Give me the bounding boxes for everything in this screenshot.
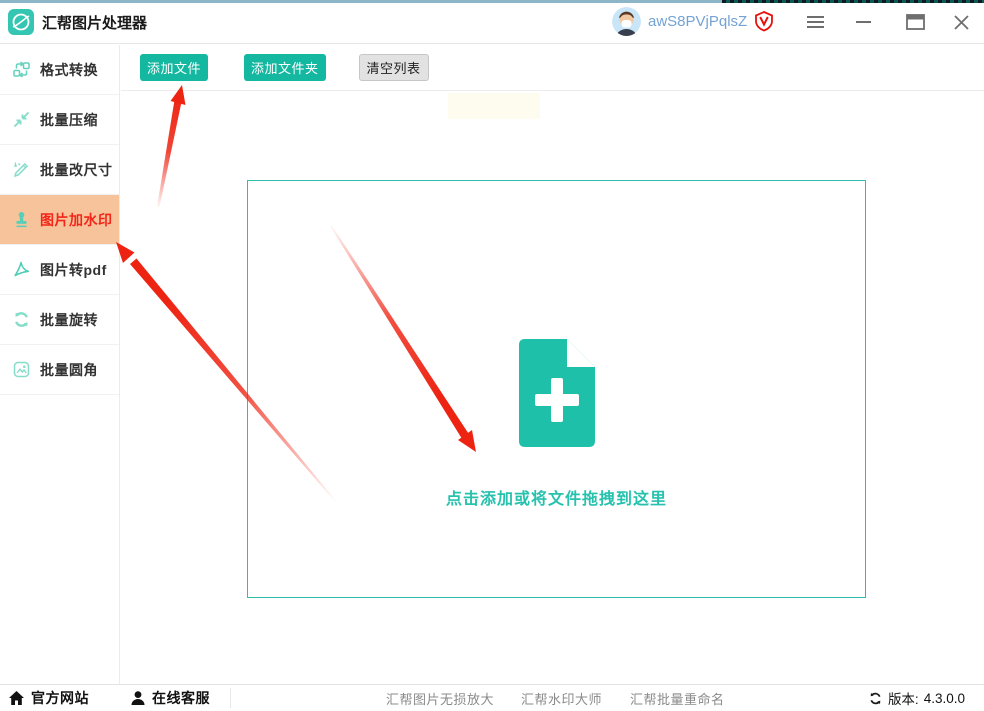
update-icon[interactable] (868, 691, 883, 706)
sidebar-item-label: 图片转pdf (40, 261, 107, 278)
sidebar-item-batch-rotate[interactable]: 批量旋转 (0, 295, 119, 345)
sidebar-item-label: 批量压缩 (40, 111, 98, 128)
sidebar-item-label: 批量旋转 (40, 311, 98, 328)
close-button[interactable] (944, 6, 978, 38)
compress-icon (10, 111, 32, 129)
vip-badge-icon[interactable] (753, 10, 775, 32)
version-value: 4.3.0.0 (923, 690, 965, 706)
sidebar-item-batch-resize[interactable]: 批量改尺寸 (0, 145, 119, 195)
statusbar: 官方网站 在线客服 汇帮图片无损放大 汇帮水印大师 汇帮批量重命名 版本: 4.… (0, 684, 984, 711)
rotate-icon (10, 311, 32, 329)
sidebar-item-image-to-pdf[interactable]: 图片转pdf (0, 245, 119, 295)
sidebar-item-format-convert[interactable]: 格式转换 (0, 45, 119, 95)
app-title: 汇帮图片处理器 (42, 15, 148, 32)
sidebar-item-batch-round-corner[interactable]: 批量圆角 (0, 345, 119, 395)
sidebar-item-label: 格式转换 (40, 61, 98, 78)
official-website-link[interactable]: 官方网站 (8, 685, 89, 711)
window-top-border (0, 0, 984, 3)
fading-tooltip (448, 93, 540, 119)
toolbar: 添加文件 添加文件夹 清空列表 (121, 45, 984, 91)
sidebar-item-label: 批量圆角 (40, 361, 98, 378)
statusbar-divider (230, 688, 231, 708)
sidebar-item-batch-compress[interactable]: 批量压缩 (0, 95, 119, 145)
maximize-button[interactable] (898, 6, 932, 38)
promo-link-batch-rename[interactable]: 汇帮批量重命名 (630, 685, 725, 711)
username[interactable]: awS8PVjPqlsZ (648, 13, 747, 30)
pdf-icon (10, 261, 32, 279)
sidebar-item-add-watermark[interactable]: 图片加水印 (0, 195, 119, 245)
home-icon (9, 691, 24, 705)
version-info: 版本: 4.3.0.0 (868, 685, 965, 711)
window-top-border-pattern (722, 0, 984, 3)
minimize-button[interactable] (846, 6, 880, 38)
add-document-icon (511, 337, 603, 449)
annotation-arrow-to-add-files (157, 85, 186, 207)
resize-icon (10, 161, 32, 179)
add-files-button[interactable]: 添加文件 (140, 54, 209, 81)
promo-link-watermark-master[interactable]: 汇帮水印大师 (521, 685, 602, 711)
promo-link-lossless-enlarge[interactable]: 汇帮图片无损放大 (386, 685, 494, 711)
rounded-image-icon (10, 361, 32, 379)
titlebar: 汇帮图片处理器 awS8PVjPqlsZ (0, 0, 984, 44)
sidebar-item-label: 批量改尺寸 (40, 161, 113, 178)
file-drop-zone[interactable]: 点击添加或将文件拖拽到这里 (247, 180, 866, 598)
stamp-icon (10, 211, 32, 229)
format-convert-icon (10, 61, 32, 79)
window-top-border-left (0, 0, 722, 3)
customer-service-icon (131, 691, 145, 705)
drop-zone-hint: 点击添加或将文件拖拽到这里 (445, 491, 667, 508)
sidebar-item-label: 图片加水印 (40, 211, 113, 228)
version-label: 版本: (887, 692, 919, 707)
clear-list-button[interactable]: 清空列表 (358, 54, 429, 81)
online-service-link[interactable]: 在线客服 (130, 685, 210, 711)
add-folder-button[interactable]: 添加文件夹 (244, 54, 326, 81)
app-logo-icon (8, 9, 34, 35)
user-avatar[interactable] (612, 7, 641, 36)
menu-button[interactable] (798, 6, 832, 38)
sidebar: 格式转换 批量压缩 批量改尺寸 图片加水印 图片转pdf 批量旋转 批量圆角 (0, 45, 120, 684)
